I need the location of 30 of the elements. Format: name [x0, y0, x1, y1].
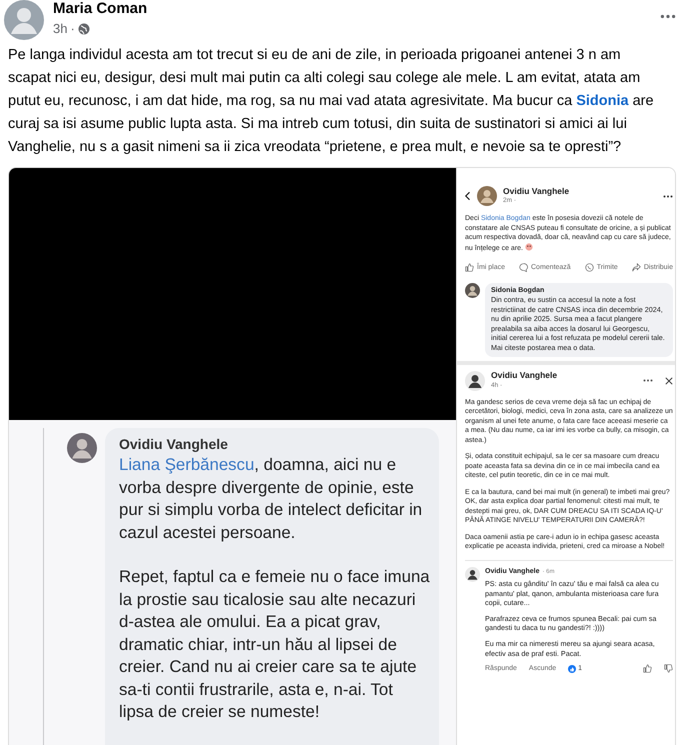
more-icon[interactable] — [660, 14, 676, 19]
avatar — [67, 433, 97, 463]
avatar — [465, 566, 480, 582]
avatar — [465, 370, 485, 391]
mention-link[interactable]: Liana Şerbănescu — [119, 455, 254, 474]
thumbs-up-icon — [643, 664, 652, 674]
comment-text: Liana Şerbănescu, doamna, aici nu e vorba despre divergente de opinie, este pur si simplu vorba de intelect deficitar in cazul acestei persoane. — [119, 454, 424, 544]
emoji-icon — [524, 242, 533, 250]
post-text: Pe langa individul acesta am tot trecut si eu de ani de zile, in perioada prigoanei antenei 3 n am scapat nici eu, desigur, desi mult mai putin ca alti colegi sau colege ale mele. L am evitat, atata am putut eu, recunosc, i am dat hide, ma rog, sa nu mai vad atata agresivitate. Ma bucur ca Sidonia are curaj sa isi asume public lupta asta. Si ma intreb cum totusi, din suita de sustinatori si amici ai lui Vanghelie, nu s a gasit nimeni sa ii zica vreodata “prietene, e prea mult, e nevoie sa te opresti”? — [7, 46, 655, 157]
like-icon — [568, 664, 576, 673]
comment-author: Ovidiu Vanghele — [119, 436, 229, 452]
author-name: Ovidiu Vanghele — [491, 371, 558, 381]
avatar — [465, 282, 480, 298]
author-name: Ovidiu Vanghele — [503, 186, 570, 196]
avatar — [477, 186, 497, 206]
globe-icon — [78, 22, 90, 34]
author-name[interactable]: Maria Coman — [53, 0, 148, 18]
more-icon — [643, 379, 653, 382]
comment-text: Repet, faptul ca e femeie nu o face imuna la prostie sau ticalosie sau alte necazuri d-astea ale omului. Ea a picat grav, dramatic chiar, intr-un hău al lipsei de creier. Cand nu ai creier care sa te ajute sa-ti contii frustrarile, asta e, n-ai. Tot lipsa de creier se numeste! — [119, 566, 431, 723]
share-arrow-icon — [632, 263, 641, 272]
close-icon — [665, 376, 673, 385]
phone-icon — [584, 263, 594, 272]
mention-link[interactable]: Sidonia — [576, 93, 629, 109]
post-time[interactable]: 3h — [53, 21, 68, 36]
speech-bubble-icon — [519, 263, 528, 272]
more-icon — [663, 194, 673, 198]
thumbs-up-icon — [465, 263, 474, 272]
thumbs-down-icon — [664, 664, 673, 674]
back-icon — [465, 191, 471, 201]
separator-dot: · — [70, 21, 75, 36]
